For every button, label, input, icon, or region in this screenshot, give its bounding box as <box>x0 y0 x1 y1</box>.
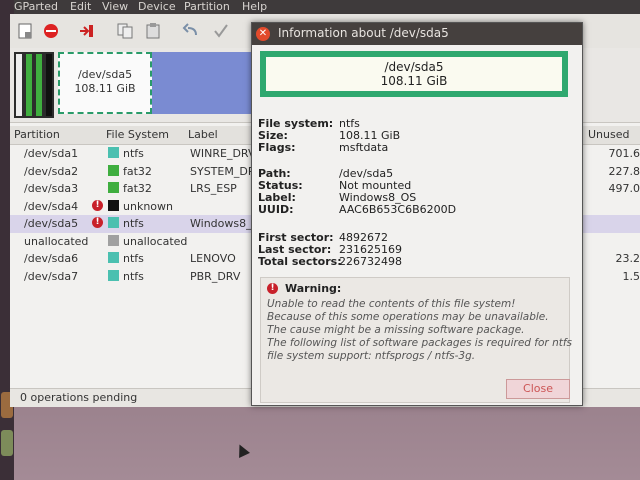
launcher-app-icon[interactable] <box>1 430 13 456</box>
partition-cell: /dev/sda4 <box>24 199 79 213</box>
unused-cell: 1.5 <box>622 269 640 283</box>
label-cell: PBR_DRV <box>190 269 241 283</box>
col-filesystem[interactable]: File System <box>106 128 169 141</box>
fs-color-swatch <box>108 164 119 176</box>
partition-cell: /dev/sda3 <box>24 182 79 195</box>
filesystem-cell: fat32 <box>123 182 152 195</box>
unused-cell: 227.8 <box>608 164 640 178</box>
field-key: Total sectors: <box>258 255 342 268</box>
field-value: 226732498 <box>339 255 402 268</box>
menu-view[interactable]: View <box>102 0 128 14</box>
fs-color-swatch <box>108 252 119 263</box>
filesystem-cell: ntfs <box>123 217 144 230</box>
partition-cell: /dev/sda1 <box>24 147 79 160</box>
filesystem-cell: ntfs <box>123 269 144 283</box>
new-icon[interactable] <box>14 20 36 42</box>
warning-message-line: The following list of software packages … <box>267 337 573 349</box>
filesystem-cell: unallocated <box>123 234 188 248</box>
menu-device[interactable]: Device <box>138 0 176 14</box>
partition-graphic-name: /dev/sda5 <box>384 60 444 74</box>
partition-block[interactable] <box>14 52 24 118</box>
partition-cell: /dev/sda5 <box>24 217 79 230</box>
partition-block-selected[interactable]: /dev/sda5 108.11 GiB <box>58 52 152 114</box>
unused-cell: 497.0 <box>608 182 640 195</box>
partition-size: 108.11 GiB <box>74 82 136 95</box>
warning-message-line: Unable to read the contents of this file… <box>267 298 516 310</box>
warning-message-line: The cause might be a missing software pa… <box>267 324 525 336</box>
menu-partition[interactable]: Partition <box>184 0 230 14</box>
field-key: Flags: <box>258 141 296 154</box>
fs-color-swatch <box>108 199 119 211</box>
label-cell: LENOVO <box>190 252 236 265</box>
warning-message-line: file system support: ntfsprogs / ntfs-3g… <box>267 350 476 362</box>
partition-block[interactable] <box>34 52 44 118</box>
partition-graphic-size: 108.11 GiB <box>380 74 448 88</box>
label-cell: SYSTEM_DR <box>190 164 256 178</box>
status-text: 0 operations pending <box>20 391 138 404</box>
fs-color-swatch <box>108 147 119 158</box>
copy-icon[interactable] <box>114 20 136 42</box>
label-cell: Windows8_ <box>190 217 252 230</box>
menu-bar: GParted Edit View Device Partition Help <box>0 0 640 14</box>
warning-message-line: Because of this some operations may be u… <box>267 311 549 323</box>
menu-help[interactable]: Help <box>242 0 267 14</box>
partition-cell: unallocated <box>24 234 89 248</box>
app-menu-title: GParted <box>14 0 58 13</box>
close-icon[interactable]: ✕ <box>256 27 270 41</box>
col-partition[interactable]: Partition <box>14 128 60 141</box>
filesystem-cell: ntfs <box>123 147 144 160</box>
partition-block[interactable] <box>24 52 34 118</box>
field-value: AAC6B653C6B6200D <box>339 203 457 216</box>
info-dialog: ✕ Information about /dev/sda5 /dev/sda5 … <box>251 22 583 406</box>
dialog-title: Information about /dev/sda5 <box>278 26 449 40</box>
delete-icon[interactable] <box>40 20 62 42</box>
unused-cell: 23.2 <box>615 252 640 265</box>
fs-color-swatch <box>108 182 119 193</box>
partition-cell: /dev/sda2 <box>24 164 79 178</box>
filesystem-cell: unknown <box>123 199 173 213</box>
field-key: UUID: <box>258 203 294 216</box>
warning-title: Warning: <box>285 282 342 295</box>
partition-graphic: /dev/sda5 108.11 GiB <box>260 51 568 97</box>
col-unused[interactable]: Unused <box>588 128 629 141</box>
paste-icon[interactable] <box>142 20 164 42</box>
filesystem-cell: ntfs <box>123 252 144 265</box>
partition-cell: /dev/sda6 <box>24 252 79 265</box>
label-cell: LRS_ESP <box>190 182 237 195</box>
fs-color-swatch <box>108 217 119 228</box>
partition-cell: /dev/sda7 <box>24 269 79 283</box>
warning-icon: ! <box>92 199 103 211</box>
partition-block[interactable] <box>152 52 252 114</box>
fs-color-swatch <box>108 234 119 246</box>
partition-block[interactable] <box>44 52 54 118</box>
apply-icon[interactable] <box>210 20 232 42</box>
close-button[interactable]: Close <box>506 379 570 399</box>
unused-cell: 701.6 <box>608 147 640 160</box>
col-label[interactable]: Label <box>188 128 218 141</box>
warning-icon: ! <box>92 217 103 228</box>
resize-move-icon[interactable] <box>76 20 98 42</box>
undo-icon[interactable] <box>180 20 202 42</box>
filesystem-cell: fat32 <box>123 164 152 178</box>
menu-edit[interactable]: Edit <box>70 0 91 14</box>
label-cell: WINRE_DRV <box>190 147 256 160</box>
field-value: msftdata <box>339 141 389 154</box>
dialog-titlebar: ✕ Information about /dev/sda5 <box>252 23 582 45</box>
fs-color-swatch <box>108 269 119 281</box>
partition-name: /dev/sda5 <box>77 68 133 81</box>
